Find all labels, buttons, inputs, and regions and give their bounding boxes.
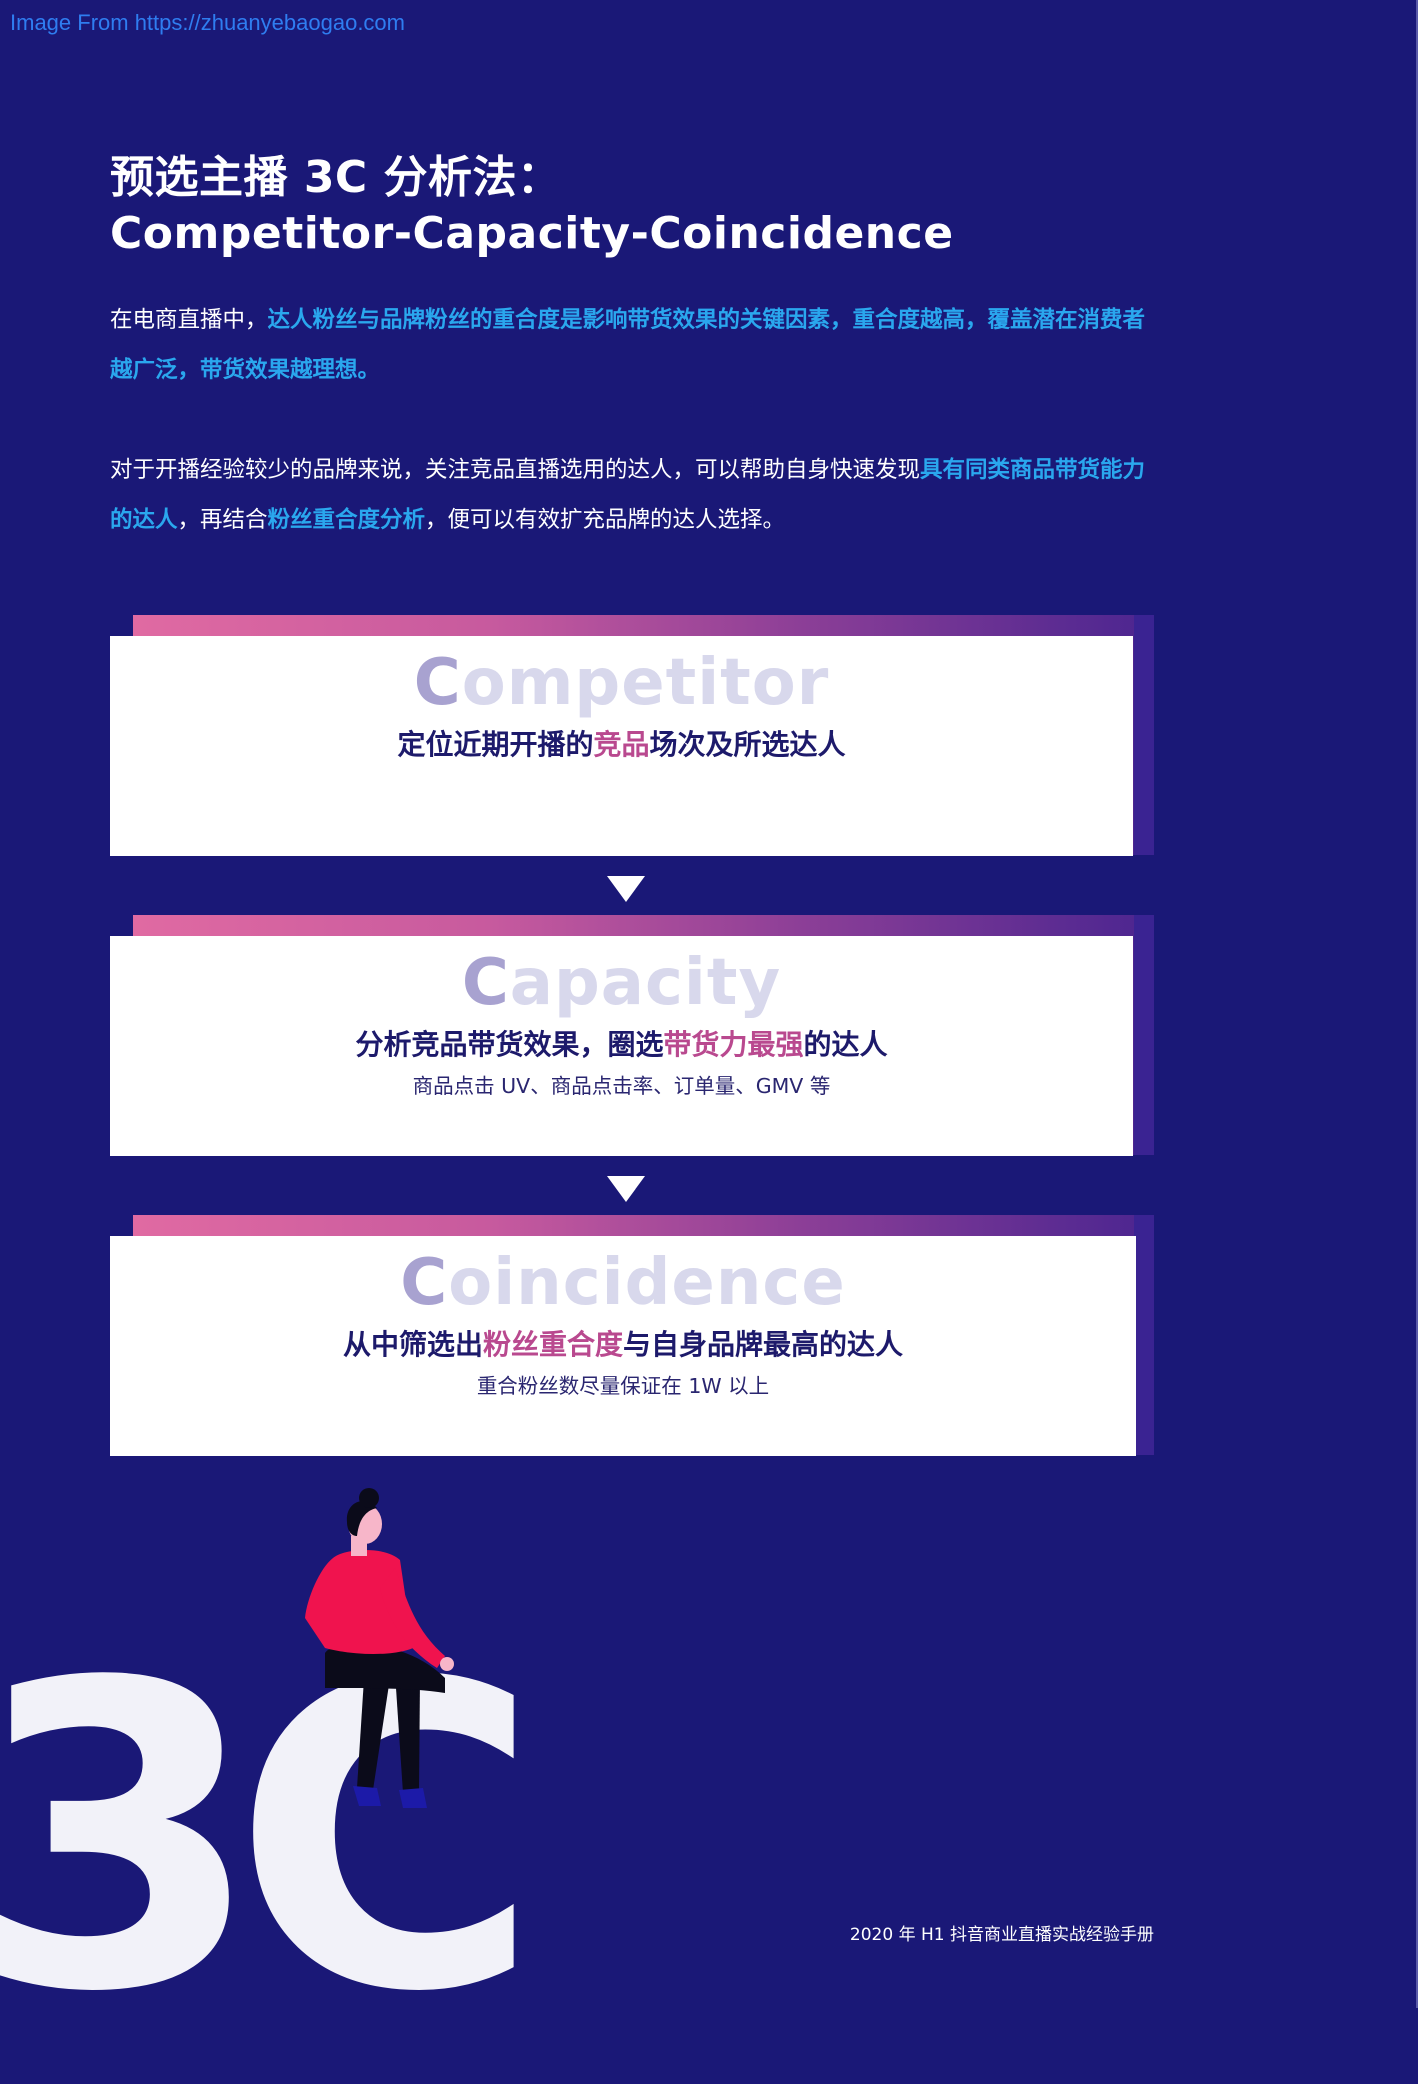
title-line-1: 预选主播 3C 分析法： xyxy=(110,152,562,203)
coincidence-word: Coincidence xyxy=(110,1242,1136,1324)
intro-text: 在电商直播中， xyxy=(110,307,268,333)
capacity-metrics: 商品点击 UV、商品点击率、订单量、GMV 等 xyxy=(412,1074,831,1098)
capacity-heading-a: 分析竞品带货效果，圈选 xyxy=(355,1028,664,1061)
title-line-2: Competitor-Capacity-Coincidence xyxy=(110,208,954,259)
competitor-rest: ompetitor xyxy=(461,646,830,720)
advice-text-1: 对于开播经验较少的品牌来说，关注竞品直播选用的达人，可以帮助自身快速发现 xyxy=(110,457,921,483)
coincidence-heading-a: 从中筛选出 xyxy=(342,1328,483,1361)
coincidence-heading: 从中筛选出粉丝重合度与自身品牌最高的达人 xyxy=(110,1324,1136,1366)
coincidence-card: Coincidence 从中筛选出粉丝重合度与自身品牌最高的达人 重合粉丝数尽量… xyxy=(110,1236,1136,1456)
capacity-word: Capacity xyxy=(110,942,1133,1024)
competitor-heading-b: 场次及所选达人 xyxy=(649,728,846,761)
watermark: Image From https://zhuanyebaogao.com xyxy=(10,10,405,35)
intro-paragraph: 在电商直播中，达人粉丝与品牌粉丝的重合度是影响带货效果的关键因素，重合度越高，覆… xyxy=(110,295,1155,395)
advice-highlight-2: 粉丝重合度分析 xyxy=(267,507,426,533)
competitor-initial: C xyxy=(413,646,462,720)
down-arrow-icon xyxy=(607,876,645,902)
capacity-initial: C xyxy=(461,946,510,1020)
person-illustration xyxy=(305,1488,454,1808)
capacity-heading-highlight: 带货力最强 xyxy=(663,1028,804,1061)
advice-paragraph: 对于开播经验较少的品牌来说，关注竞品直播选用的达人，可以帮助自身快速发现具有同类… xyxy=(110,445,1155,545)
coincidence-note: 重合粉丝数尽量保证在 1W 以上 xyxy=(476,1374,770,1398)
coincidence-heading-b: 与自身品牌最高的达人 xyxy=(623,1328,904,1361)
advice-text-2: ，再结合 xyxy=(177,507,268,533)
coincidence-rest: oincidence xyxy=(448,1246,846,1320)
competitor-heading-highlight: 竞品 xyxy=(593,728,650,761)
capacity-heading: 分析竞品带货效果，圈选带货力最强的达人 xyxy=(110,1024,1133,1066)
footer-publication: 2020 年 H1 抖音商业直播实战经验手册 xyxy=(849,1925,1154,1945)
coincidence-heading-highlight: 粉丝重合度 xyxy=(482,1328,623,1361)
capacity-heading-b: 的达人 xyxy=(803,1028,888,1061)
down-arrow-icon xyxy=(607,1176,645,1202)
competitor-heading-a: 定位近期开播的 xyxy=(397,728,594,761)
advice-text-3: ，便可以有效扩充品牌的达人选择。 xyxy=(425,507,786,533)
page-title: 预选主播 3C 分析法： Competitor-Capacity-Coincid… xyxy=(110,150,954,262)
capacity-card: Capacity 分析竞品带货效果，圈选带货力最强的达人 商品点击 UV、商品点… xyxy=(110,936,1133,1156)
capacity-rest: apacity xyxy=(509,946,782,1020)
competitor-card: Competitor 定位近期开播的竞品场次及所选达人 xyxy=(110,636,1133,856)
competitor-heading: 定位近期开播的竞品场次及所选达人 xyxy=(110,724,1133,766)
competitor-word: Competitor xyxy=(110,642,1133,724)
coincidence-initial: C xyxy=(400,1246,449,1320)
